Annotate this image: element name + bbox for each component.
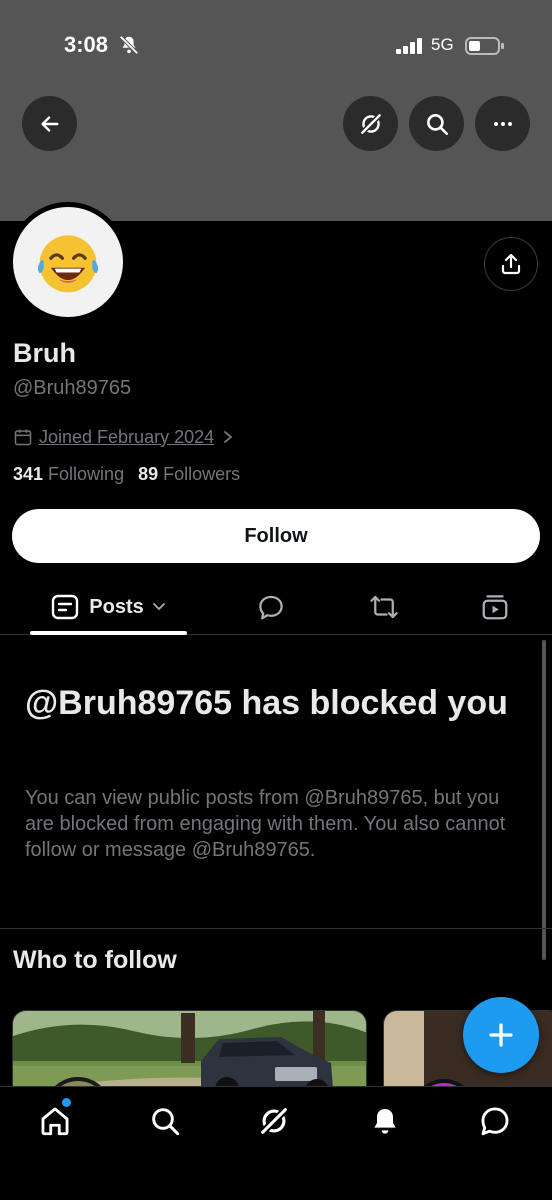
nav-search[interactable] [147, 1103, 183, 1139]
followers-label[interactable]: Followers [163, 464, 240, 485]
back-button[interactable] [22, 96, 77, 151]
display-name: Bruh [13, 338, 76, 368]
bottom-navigation [0, 1086, 552, 1200]
grok-button[interactable] [343, 96, 398, 151]
active-tab-indicator [30, 631, 187, 635]
compose-button[interactable] [463, 997, 539, 1073]
notifications-icon [374, 1109, 396, 1134]
repost-icon [370, 595, 398, 619]
posts-icon [52, 594, 79, 620]
search-button[interactable] [409, 96, 464, 151]
nav-home[interactable] [37, 1103, 73, 1139]
home-unread-dot [62, 1098, 71, 1107]
media-icon [482, 595, 508, 620]
network-type: 5G [431, 35, 454, 54]
status-bar: 3:08 5G [0, 30, 552, 62]
calendar-icon [14, 429, 32, 446]
section-divider [0, 928, 552, 929]
status-time: 3:08 [64, 32, 109, 57]
tab-replies[interactable] [254, 590, 288, 624]
following-count[interactable]: 341 [13, 464, 43, 485]
compose-plus-icon [489, 1023, 513, 1047]
who-to-follow-title: Who to follow [13, 946, 177, 974]
profile-tabs: Posts [0, 580, 552, 635]
nav-notifications[interactable] [367, 1103, 403, 1139]
home-icon [41, 1107, 69, 1136]
back-arrow-icon [40, 115, 59, 132]
avatar-image [13, 207, 123, 317]
followers-count[interactable]: 89 [138, 464, 158, 485]
messages-icon [481, 1107, 509, 1136]
search-icon [152, 1108, 180, 1136]
nav-messages[interactable] [477, 1103, 513, 1139]
share-icon [501, 253, 521, 275]
cell-signal-icon [396, 38, 422, 54]
battery-icon [465, 37, 504, 55]
chevron-down-icon [152, 603, 165, 611]
grok-icon [359, 112, 382, 135]
blocked-title: @Bruh89765 has blocked you [25, 684, 508, 722]
bell-muted-icon [119, 35, 139, 55]
tab-media[interactable] [478, 590, 512, 624]
search-icon [426, 113, 448, 135]
joined-date[interactable]: Joined February 2024 [13, 425, 234, 449]
more-options-button[interactable] [475, 96, 530, 151]
reply-icon [259, 595, 283, 620]
scrollbar[interactable] [542, 640, 546, 960]
blocked-description: You can view public posts from @Bruh8976… [25, 787, 506, 861]
following-label[interactable]: Following [48, 464, 124, 485]
tab-posts[interactable]: Posts [30, 580, 187, 634]
share-button[interactable] [484, 237, 538, 291]
joined-label: Joined February 2024 [39, 426, 215, 447]
rofl-emoji-icon [37, 235, 99, 293]
grok-icon [260, 1107, 288, 1135]
tab-posts-label: Posts [89, 595, 144, 618]
avatar[interactable] [8, 202, 128, 322]
chevron-right-icon [224, 431, 233, 443]
profile-handle: @Bruh89765 [13, 377, 132, 399]
tab-reposts[interactable] [367, 590, 401, 624]
nav-grok[interactable] [256, 1103, 292, 1139]
follow-button[interactable]: Follow [12, 509, 540, 563]
more-icon [493, 121, 512, 126]
follow-stats: 341 Following 89 Followers [13, 464, 254, 485]
